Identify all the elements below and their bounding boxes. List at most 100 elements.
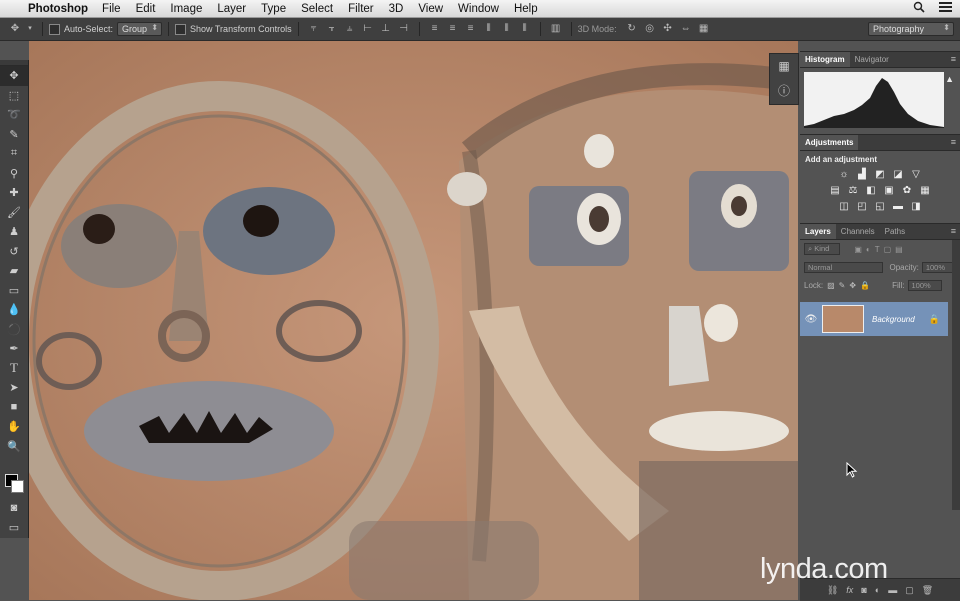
- distribute-bottom-icon[interactable]: ≡: [465, 23, 477, 35]
- levels-icon[interactable]: ▟: [856, 168, 868, 180]
- tab-adjustments[interactable]: Adjustments: [800, 135, 859, 150]
- align-vcenter-icon[interactable]: ⫟: [326, 23, 338, 35]
- crop-tool[interactable]: ⌗: [0, 144, 28, 164]
- layer-filter-icons[interactable]: ▣◐T▢▤: [854, 245, 906, 254]
- layer-row-background[interactable]: 👁 Background 🔒: [800, 302, 948, 336]
- photo-filter-icon[interactable]: ▣: [883, 184, 895, 196]
- panel-grid-icon[interactable]: ▦: [770, 54, 798, 78]
- align-left-icon[interactable]: ⊢: [362, 23, 374, 35]
- menu-select[interactable]: Select: [301, 3, 333, 15]
- align-right-icon[interactable]: ⊣: [398, 23, 410, 35]
- quick-select-tool[interactable]: ✎: [0, 125, 28, 145]
- gradient-map-icon[interactable]: ▬: [892, 200, 904, 212]
- menu-window[interactable]: Window: [458, 3, 499, 15]
- menu-file[interactable]: File: [102, 3, 121, 15]
- pen-tool[interactable]: ✒: [0, 339, 28, 359]
- tab-paths[interactable]: Paths: [880, 224, 910, 239]
- healing-brush-tool[interactable]: ✚: [0, 183, 28, 203]
- gradient-tool[interactable]: ▭: [0, 281, 28, 301]
- shape-tool[interactable]: ■: [0, 398, 28, 418]
- type-tool[interactable]: T: [0, 359, 28, 379]
- 3d-rotate-icon[interactable]: ↻: [626, 23, 638, 35]
- quick-mask-button[interactable]: ◙: [0, 498, 28, 518]
- selective-color-icon[interactable]: ◨: [910, 200, 922, 212]
- eraser-tool[interactable]: ▰: [0, 261, 28, 281]
- tab-layers[interactable]: Layers: [800, 224, 836, 239]
- marquee-tool[interactable]: ⬚: [0, 86, 28, 106]
- color-balance-icon[interactable]: ⚖: [847, 184, 859, 196]
- posterize-icon[interactable]: ◰: [856, 200, 868, 212]
- 3d-scale-icon[interactable]: ▦: [698, 23, 710, 35]
- layer-kind-filter[interactable]: ⌕ Kind: [804, 243, 841, 255]
- tab-navigator[interactable]: Navigator: [850, 52, 894, 67]
- layers-scrollbar[interactable]: [952, 240, 960, 510]
- 3d-drag-icon[interactable]: ✣: [662, 23, 674, 35]
- panel-menu-icon[interactable]: ≡: [951, 137, 956, 147]
- fx-icon[interactable]: fx: [846, 585, 853, 595]
- tool-preset-dropdown[interactable]: ▾: [27, 23, 33, 35]
- add-mask-icon[interactable]: ◙: [861, 585, 866, 595]
- fill-field[interactable]: 100%: [907, 279, 942, 291]
- panel-menu-icon[interactable]: ≡: [951, 54, 956, 64]
- dodge-tool[interactable]: ⚫: [0, 320, 28, 340]
- auto-align-icon[interactable]: ▥: [550, 23, 562, 35]
- distribute-hcenter-icon[interactable]: ⦀: [501, 23, 513, 35]
- curves-icon[interactable]: ◩: [874, 168, 886, 180]
- hand-tool[interactable]: ✋: [0, 417, 28, 437]
- black-white-icon[interactable]: ◧: [865, 184, 877, 196]
- path-select-tool[interactable]: ➤: [0, 378, 28, 398]
- list-icon[interactable]: [939, 1, 952, 16]
- vibrance-icon[interactable]: ▽: [910, 168, 922, 180]
- auto-select-checkbox[interactable]: [49, 23, 60, 35]
- distribute-left-icon[interactable]: ⦀: [483, 23, 495, 35]
- show-transform-checkbox[interactable]: [175, 23, 187, 35]
- tab-histogram[interactable]: Histogram: [800, 52, 850, 67]
- exposure-icon[interactable]: ◪: [892, 168, 904, 180]
- distribute-vcenter-icon[interactable]: ≡: [447, 23, 459, 35]
- align-top-icon[interactable]: ⫧: [308, 23, 320, 35]
- invert-icon[interactable]: ◫: [838, 200, 850, 212]
- eye-icon[interactable]: 👁: [800, 314, 822, 325]
- new-group-icon[interactable]: ▬: [888, 585, 897, 595]
- warning-icon[interactable]: ▲: [945, 74, 954, 84]
- link-layers-icon[interactable]: ⛓: [827, 585, 838, 596]
- menu-help[interactable]: Help: [514, 3, 538, 15]
- blend-mode-dropdown[interactable]: Normal: [804, 261, 884, 273]
- lock-options-icons[interactable]: ▨✎✥🔒: [827, 281, 874, 290]
- move-tool[interactable]: ✥: [0, 66, 28, 86]
- menu-type[interactable]: Type: [261, 3, 286, 15]
- zoom-tool[interactable]: 🔍: [0, 437, 28, 457]
- menu-edit[interactable]: Edit: [136, 3, 156, 15]
- hue-saturation-icon[interactable]: ▤: [829, 184, 841, 196]
- search-icon[interactable]: [913, 1, 925, 16]
- menu-view[interactable]: View: [418, 3, 443, 15]
- color-lookup-icon[interactable]: ▦: [919, 184, 931, 196]
- menu-filter[interactable]: Filter: [348, 3, 374, 15]
- distribute-right-icon[interactable]: ⦀: [519, 23, 531, 35]
- 3d-roll-icon[interactable]: ◎: [644, 23, 656, 35]
- menu-image[interactable]: Image: [170, 3, 202, 15]
- tab-channels[interactable]: Channels: [836, 224, 880, 239]
- menu-layer[interactable]: Layer: [217, 3, 246, 15]
- background-color-swatch[interactable]: [11, 480, 24, 493]
- move-tool-icon[interactable]: ✥: [9, 23, 21, 35]
- threshold-icon[interactable]: ◱: [874, 200, 886, 212]
- new-layer-icon[interactable]: ▢: [905, 585, 914, 596]
- menu-3d[interactable]: 3D: [389, 3, 404, 15]
- blur-tool[interactable]: 💧: [0, 300, 28, 320]
- panel-menu-icon[interactable]: ≡: [951, 226, 956, 236]
- new-adjustment-icon[interactable]: ◐: [875, 585, 880, 595]
- workspace-dropdown[interactable]: Photography: [868, 22, 954, 36]
- opacity-field[interactable]: 100%: [921, 261, 956, 273]
- document-canvas[interactable]: [29, 41, 798, 600]
- 3d-slide-icon[interactable]: ⇔: [680, 23, 692, 35]
- lasso-tool[interactable]: ➰: [0, 105, 28, 125]
- brush-tool[interactable]: 🖌: [0, 203, 28, 223]
- info-icon[interactable]: ⓘ: [770, 78, 798, 102]
- channel-mixer-icon[interactable]: ✿: [901, 184, 913, 196]
- auto-select-dropdown[interactable]: Group: [117, 22, 163, 36]
- history-brush-tool[interactable]: ↺: [0, 242, 28, 262]
- clone-stamp-tool[interactable]: ♟: [0, 222, 28, 242]
- screen-mode-button[interactable]: ▭: [0, 518, 28, 538]
- menu-app-name[interactable]: Photoshop: [28, 3, 88, 15]
